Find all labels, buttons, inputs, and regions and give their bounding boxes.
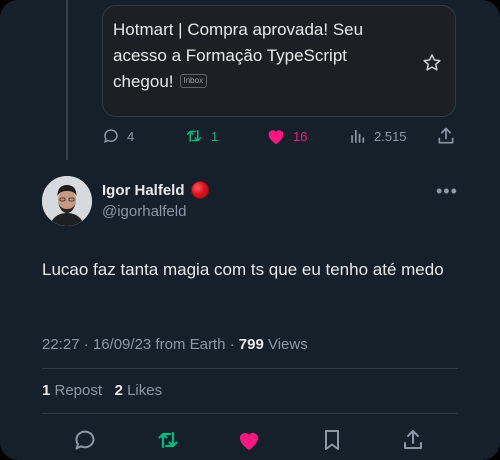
quoted-text: Hotmart | Compra aprovada! Seu acesso a … xyxy=(113,17,403,95)
reply-icon xyxy=(104,129,118,143)
heart-icon xyxy=(268,130,284,145)
likes-stat-count: 2 xyxy=(114,382,123,399)
repost-count: 1 xyxy=(211,128,219,144)
repost-icon xyxy=(186,130,202,142)
reposts-stat[interactable]: 1 Repost xyxy=(42,382,102,399)
repost-icon[interactable] xyxy=(156,428,180,452)
share-icon[interactable] xyxy=(436,126,456,146)
tweet-meta: 22:27 · 16/09/23 from Earth · 799 Views xyxy=(42,336,308,353)
heart-icon[interactable] xyxy=(237,428,261,452)
likes-stat[interactable]: 2 Likes xyxy=(115,382,163,399)
like-count: 16 xyxy=(293,128,308,144)
bookmark-icon[interactable] xyxy=(320,428,344,452)
quoted-text-body: Hotmart | Compra aprovada! Seu acesso a … xyxy=(113,20,364,91)
like-action[interactable]: 16 xyxy=(266,127,307,145)
reply-count: 4 xyxy=(127,128,135,144)
more-options-icon[interactable]: ••• xyxy=(436,181,458,202)
reposts-stat-label: Repost xyxy=(50,382,103,399)
tweet-time[interactable]: 22:27 · 16/09/23 from Earth · xyxy=(42,336,239,353)
author-name-text: Igor Halfeld xyxy=(102,181,185,199)
views-count: 2.515 xyxy=(374,128,407,144)
tweet-thread-card: Hotmart | Compra aprovada! Seu acesso a … xyxy=(0,0,500,460)
repost-action[interactable]: 1 xyxy=(184,127,218,145)
views-action[interactable]: 2.515 xyxy=(349,127,407,145)
star-icon[interactable] xyxy=(421,52,443,74)
author-handle[interactable]: @igorhalfeld xyxy=(102,203,186,220)
tweet-text: Lucao faz tanta magia com ts que eu tenh… xyxy=(42,260,444,279)
divider xyxy=(42,413,458,414)
red-circle-emoji-icon xyxy=(190,181,209,199)
inbox-badge: Inbox xyxy=(179,73,208,88)
quoted-card[interactable]: Hotmart | Compra aprovada! Seu acesso a … xyxy=(102,5,456,117)
share-icon[interactable] xyxy=(401,428,425,452)
reply-action[interactable]: 4 xyxy=(102,127,134,145)
avatar[interactable] xyxy=(42,176,92,226)
author-name[interactable]: Igor Halfeld xyxy=(102,181,209,199)
thread-line xyxy=(66,0,68,160)
likes-stat-label: Likes xyxy=(122,382,163,399)
reply-icon[interactable] xyxy=(73,428,97,452)
analytics-icon xyxy=(351,130,365,143)
tweet-views-label: Views xyxy=(263,336,308,353)
tweet-views-count: 799 xyxy=(238,336,264,353)
divider xyxy=(42,368,458,369)
tweet-stats: 1 Repost 2 Likes xyxy=(42,382,162,399)
